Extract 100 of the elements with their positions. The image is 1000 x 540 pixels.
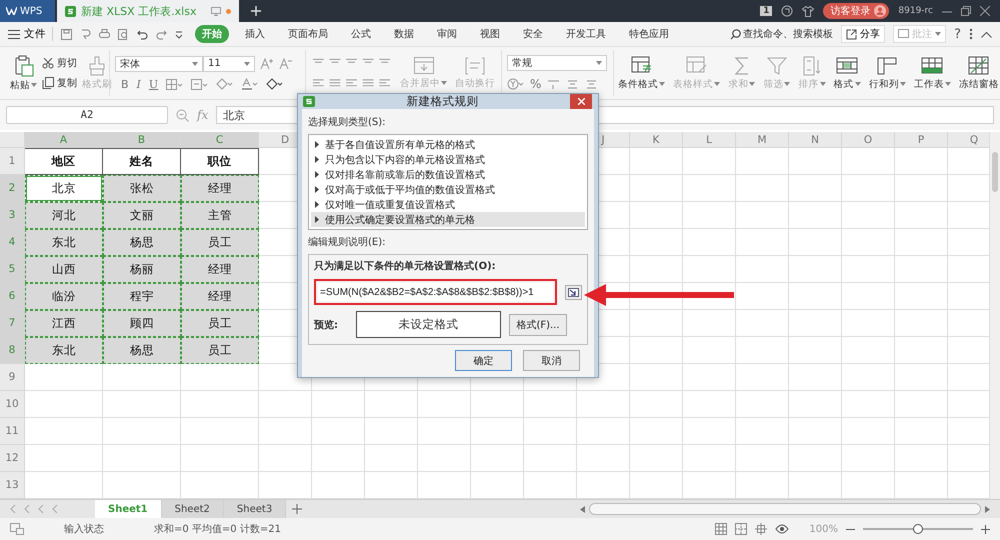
ribbon-tab[interactable]: 特色应用 [622,25,676,43]
user-name[interactable]: 8919-rc [898,6,933,16]
fill-color-icon[interactable] [216,78,234,90]
rule-type-item[interactable]: 只为包含以下内容的单元格设置格式 [311,152,585,167]
app-tab[interactable]: WPS [0,0,55,22]
login-button[interactable]: 访客登录 [823,3,890,19]
rule-type-item[interactable]: 仅对高于或低于平均值的数值设置格式 [311,182,585,197]
sheet-tab[interactable]: Sheet2 [162,500,224,518]
format-button[interactable]: 格式(F)... [509,314,567,336]
close-button[interactable] [570,94,592,109]
caret-icon[interactable] [175,28,183,40]
percent-button[interactable]: % [530,77,542,91]
ribbon-button[interactable]: 条件格式 [617,54,666,92]
rule-type-item[interactable]: 仅对唯一值或重复值设置格式 [311,197,585,212]
print-icon[interactable] [99,28,110,40]
row-header[interactable]: 5 [0,256,25,283]
ribbon-tab[interactable]: 审阅 [430,25,464,43]
shirt-icon[interactable] [802,6,814,16]
ribbon-tab[interactable]: 视图 [473,25,507,43]
row-header[interactable]: 1 [0,148,25,175]
redo-icon[interactable] [156,28,167,40]
number-format-field[interactable]: 常规 [507,55,607,71]
underline-button[interactable]: U [148,78,158,90]
zoom-level[interactable]: 100% [809,524,838,534]
currency-icon[interactable] [507,78,524,90]
copy-button[interactable]: 复制 [42,76,77,90]
italic-button[interactable]: I [136,78,141,90]
row-header[interactable]: 13 [0,472,25,499]
column-header[interactable]: N [789,132,842,148]
search-field[interactable]: 查找命令、搜索模板 [730,27,834,41]
row-header[interactable]: 8 [0,337,25,364]
macro-icon[interactable] [10,523,24,535]
sheet-tab[interactable]: Sheet1 [95,500,162,518]
cancel-button[interactable]: 取消 [523,350,580,371]
column-header[interactable]: C [181,132,259,148]
zoom-in-icon[interactable] [981,524,990,534]
ribbon-tab[interactable]: 公式 [344,25,378,43]
shrink-font-icon[interactable] [279,58,293,70]
more-icon[interactable] [969,28,973,40]
column-header[interactable]: L [683,132,736,148]
ribbon-button[interactable]: 冻结窗格 [958,54,1000,92]
cell-style-icon[interactable] [191,78,208,90]
ribbon-tab[interactable]: 安全 [516,25,550,43]
column-header[interactable]: O [842,132,895,148]
ribbon-tab[interactable]: 开发工具 [559,25,613,43]
column-header[interactable]: P [895,132,948,148]
range-picker-button[interactable] [565,284,582,300]
font-color-icon[interactable] [241,78,258,90]
ribbon-tab[interactable]: 数据 [387,25,421,43]
formula-input[interactable]: =SUM(N($A2&$B2=$A$2:$A$8&$B$2:$B$8))>1 [318,283,553,301]
page-break-icon[interactable] [735,523,748,535]
ok-button[interactable]: 确定 [455,350,512,371]
normal-view-icon[interactable] [715,523,728,535]
file-tab[interactable]: 新建 XLSX 工作表.xlsx [57,0,239,22]
help-button[interactable]: ? [954,26,961,42]
row-header[interactable]: 7 [0,310,25,337]
cut-button[interactable]: 剪切 [42,56,77,70]
sheet-tab[interactable]: Sheet3 [224,500,286,518]
function-label[interactable]: fx [197,108,208,122]
rule-type-item[interactable]: 使用公式确定要设置格式的单元格 [311,212,585,227]
grow-font-icon[interactable] [260,58,274,70]
slider-thumb[interactable] [913,524,923,534]
vertical-scrollbar[interactable] [989,132,1000,499]
row-header[interactable]: 9 [0,364,25,391]
column-header[interactable]: K [630,132,683,148]
column-header[interactable]: B [103,132,181,148]
bold-button[interactable]: B [121,78,129,90]
collapse-icon[interactable] [981,30,992,38]
row-header[interactable]: 10 [0,391,25,418]
refresh-icon[interactable] [781,5,794,17]
row-header[interactable]: 3 [0,202,25,229]
border-icon[interactable] [166,78,184,90]
row-header[interactable]: 2 [0,175,25,202]
page-layout-icon[interactable] [755,523,768,535]
row-header[interactable]: 6 [0,283,25,310]
ribbon-tab[interactable]: 开始 [195,25,229,43]
save-icon[interactable] [61,28,72,40]
share-button[interactable]: 分享 [841,25,886,43]
ribbon-button[interactable]: 行和列 [868,54,907,92]
eye-icon[interactable] [775,524,790,534]
zoom-icon[interactable] [176,108,189,122]
font-field[interactable]: 宋体 [115,56,203,72]
column-header[interactable]: M [736,132,789,148]
undo-icon[interactable] [137,28,148,40]
font-size-field[interactable]: 11 [203,56,255,72]
rule-type-item[interactable]: 仅对排名靠前或靠后的数值设置格式 [311,167,585,182]
name-box[interactable]: A2 [6,106,168,124]
row-header[interactable]: 12 [0,445,25,472]
column-header[interactable]: A [25,132,103,148]
ribbon-button[interactable]: 格式 [832,54,862,92]
row-header[interactable]: 11 [0,418,25,445]
ribbon-tab[interactable]: 页面布局 [281,25,335,43]
paste-button[interactable]: 粘贴 [9,52,38,94]
file-menu[interactable]: 文件 [8,27,53,41]
ribbon-tab[interactable]: 插入 [238,25,272,43]
close-icon[interactable] [980,6,990,16]
monitor-icon[interactable] [211,6,221,16]
ribbon-button[interactable]: 工作表 [912,54,952,92]
preview-icon[interactable] [118,28,129,40]
eraser-icon[interactable] [266,78,284,90]
